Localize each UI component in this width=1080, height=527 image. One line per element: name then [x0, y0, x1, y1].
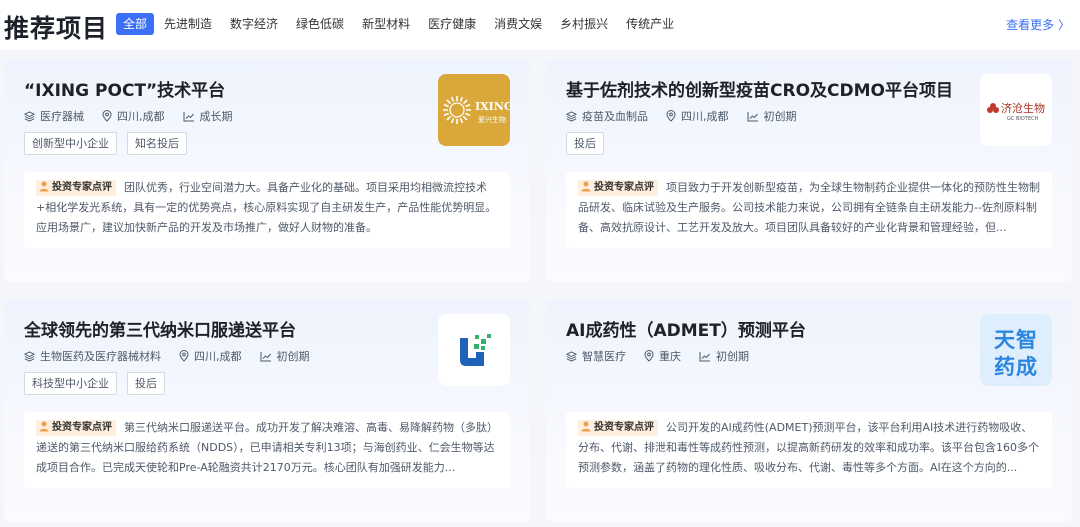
logo-subtext: 爱兴生物 [478, 116, 506, 124]
project-meta: 疫苗及血制品 四川,成都 初创期 [566, 108, 815, 124]
line-chart-icon [747, 111, 758, 121]
company-logo: IXING 爱兴生物 [438, 74, 510, 146]
location-pin-icon [644, 350, 654, 362]
expert-avatar-icon [38, 180, 50, 192]
expert-comment: 投资专家点评 第三代纳米口服递送平台。成功开发了解决难溶、高毒、易降解药物（多肽）… [24, 412, 510, 488]
stage-meta: 初创期 [747, 108, 797, 124]
stage-label: 成长期 [199, 110, 233, 123]
badge-label: 投资专家点评 [594, 422, 654, 433]
location-meta: 四川,成都 [102, 108, 165, 124]
field-label: 智慧医疗 [582, 350, 626, 363]
project-meta: 生物医药及医疗器械材料 四川,成都 初创期 [24, 348, 328, 364]
expert-badge: 投资专家点评 [36, 420, 116, 436]
expert-comment: 投资专家点评 项目致力于开发创新型疫苗，为全球生物制药企业提供一体化的预防性生物制… [566, 172, 1052, 248]
field-meta: 医疗器械 [24, 108, 84, 124]
company-logo: 济沧生物 GC BIOTECH [980, 74, 1052, 146]
field-meta: 疫苗及血制品 [566, 108, 648, 124]
category-tabs: 全部 先进制造 数字经济 绿色低碳 新型材料 医疗健康 消费文娱 乡村振兴 传统… [116, 13, 692, 35]
expert-badge: 投资专家点评 [578, 180, 658, 196]
location-meta: 四川,成都 [666, 108, 729, 124]
expert-comment: 投资专家点评 公司开发的AI成药性(ADMET)预测平台，该平台利用AI技术进行药… [566, 412, 1052, 488]
project-title[interactable]: “IXING POCT”技术平台 [24, 76, 225, 101]
project-card[interactable]: 基于佐剂技术的创新型疫苗CRO及CDMO平台项目 疫苗及血制品 四川,成都 初创… [546, 60, 1072, 282]
field-label: 疫苗及血制品 [582, 110, 648, 123]
tab-rural-revitalization[interactable]: 乡村振兴 [560, 13, 608, 35]
line-chart-icon [699, 351, 710, 361]
location-meta: 四川,成都 [179, 348, 242, 364]
tag: 投后 [127, 372, 165, 395]
tab-consumer-entertainment[interactable]: 消费文娱 [494, 13, 542, 35]
tab-new-materials[interactable]: 新型材料 [362, 13, 410, 35]
stage-label: 初创期 [716, 350, 749, 363]
expert-avatar-icon [580, 180, 592, 192]
logo-wordmark: 天智 [994, 328, 1038, 352]
location-label: 重庆 [659, 350, 681, 363]
view-more-link[interactable]: 查看更多 〉 [1006, 16, 1070, 33]
expert-comment: 投资专家点评 团队优秀，行业空间潜力大。具备产业化的基础。项目采用均相微流控技术+… [24, 172, 510, 248]
stage-label: 初创期 [763, 110, 797, 123]
location-pin-icon [102, 110, 112, 122]
project-title[interactable]: 基于佐剂技术的创新型疫苗CRO及CDMO平台项目 [566, 76, 953, 101]
location-label: 四川,成都 [681, 110, 729, 123]
tab-medical-health[interactable]: 医疗健康 [428, 13, 476, 35]
nano-delivery-logo-icon [460, 334, 491, 366]
stage-label: 初创期 [276, 350, 310, 363]
field-label: 生物医药及医疗器械材料 [40, 350, 161, 363]
tag-list: 创新型中小企业 知名投后 [24, 132, 197, 155]
location-pin-icon [179, 350, 189, 362]
logo-wordmark: 济沧生物 [1001, 102, 1045, 115]
line-chart-icon [183, 111, 194, 121]
stage-meta: 初创期 [699, 348, 749, 364]
section-title: 推荐项目 [4, 14, 109, 43]
expert-avatar-icon [580, 420, 592, 432]
expert-badge: 投资专家点评 [36, 180, 116, 196]
badge-label: 投资专家点评 [52, 182, 112, 193]
top-bar: 推荐项目 全部 先进制造 数字经济 绿色低碳 新型材料 医疗健康 消费文娱 乡村… [0, 0, 1080, 50]
tab-all[interactable]: 全部 [116, 13, 155, 35]
tab-green-low-carbon[interactable]: 绿色低碳 [296, 13, 344, 35]
layers-icon [566, 350, 577, 362]
project-card[interactable]: 全球领先的第三代纳米口服递送平台 生物医药及医疗器械材料 四川,成都 初创期 科… [4, 300, 530, 522]
layers-icon [24, 350, 35, 362]
badge-label: 投资专家点评 [594, 182, 654, 193]
location-label: 四川,成都 [117, 110, 165, 123]
tag: 科技型中小企业 [24, 372, 117, 395]
logo-subtext: 药成 [994, 355, 1038, 379]
badge-label: 投资专家点评 [52, 422, 112, 433]
logo-wordmark: IXING [475, 100, 510, 113]
tag: 知名投后 [127, 132, 187, 155]
layers-icon [24, 110, 35, 122]
location-pin-icon [666, 110, 676, 122]
field-label: 医疗器械 [40, 110, 84, 123]
project-title[interactable]: AI成药性（ADMET）预测平台 [566, 316, 806, 341]
company-logo: 天智 药成 [980, 314, 1052, 386]
flower-logo-icon [987, 103, 999, 113]
project-meta: 医疗器械 四川,成都 成长期 [24, 108, 251, 124]
tag: 投后 [566, 132, 604, 155]
tag-list: 投后 [566, 132, 614, 155]
stage-meta: 初创期 [260, 348, 310, 364]
tab-traditional-industry[interactable]: 传统产业 [626, 13, 674, 35]
tab-digital-economy[interactable]: 数字经济 [230, 13, 278, 35]
tag-list: 科技型中小企业 投后 [24, 372, 175, 395]
expert-badge: 投资专家点评 [578, 420, 658, 436]
project-card[interactable]: “IXING POCT”技术平台 医疗器械 四川,成都 成长期 创新型中小企业 … [4, 60, 530, 282]
field-meta: 智慧医疗 [566, 348, 626, 364]
expert-avatar-icon [38, 420, 50, 432]
project-meta: 智慧医疗 重庆 初创期 [566, 348, 767, 364]
tag: 创新型中小企业 [24, 132, 117, 155]
tab-advanced-manufacturing[interactable]: 先进制造 [164, 13, 212, 35]
field-meta: 生物医药及医疗器械材料 [24, 348, 161, 364]
line-chart-icon [260, 351, 271, 361]
project-card[interactable]: AI成药性（ADMET）预测平台 智慧医疗 重庆 初创期 天智 药成 投资专家点… [546, 300, 1072, 522]
project-title[interactable]: 全球领先的第三代纳米口服递送平台 [24, 316, 296, 341]
logo-subtext: GC BIOTECH [1007, 116, 1039, 122]
layers-icon [566, 110, 577, 122]
location-label: 四川,成都 [194, 350, 242, 363]
stage-meta: 成长期 [183, 108, 233, 124]
location-meta: 重庆 [644, 348, 681, 364]
company-logo [438, 314, 510, 386]
